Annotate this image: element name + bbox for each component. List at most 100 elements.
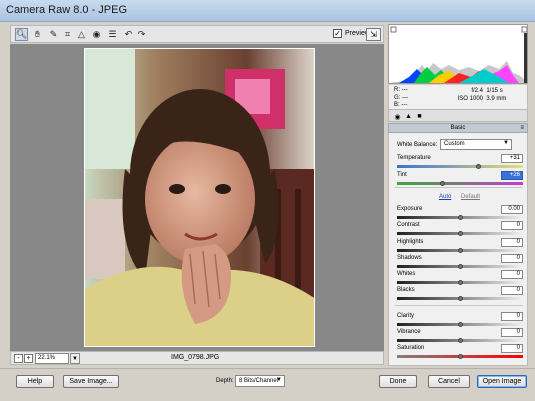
shutter-speed: 1/15 s [486,88,503,94]
blacks-label: Blacks [397,287,415,293]
vibrance-label: Vibrance [397,329,421,335]
g-value: G: --- [394,94,408,101]
camera-info: f/2.4 1/15 s ISO 1000 3.9 mm [445,87,507,103]
temperature-slider-thumb[interactable] [476,164,482,169]
straighten-tool-icon[interactable]: △ [75,28,88,41]
highlights-value-field[interactable]: 0 [501,238,523,247]
white-balance-select[interactable]: Custom ▼ [440,139,512,150]
red-eye-tool-icon[interactable]: ◉ [90,28,103,41]
r-value: R: --- [394,87,408,93]
exposure-value-field[interactable]: 0.00 [501,205,523,214]
panel-divider [395,305,523,306]
exposure-slider-thumb[interactable] [457,215,463,220]
clarity-label: Clarity [397,313,415,319]
vibrance-slider[interactable] [397,338,523,343]
clarity-value-field[interactable]: 0 [501,312,523,321]
preview-toggle[interactable]: ✓ Preview [333,29,370,38]
basic-panel-header: Basic ≡ [388,123,528,133]
depth-label: Depth: [216,378,234,384]
title-bar: Camera Raw 8.0 - JPEG [0,0,535,22]
save-image-button[interactable]: Save Image... [63,375,119,388]
saturation-slider-thumb[interactable] [457,354,463,359]
iso: ISO 1000 [457,96,483,102]
zoom-level-field[interactable]: 22.1% [35,353,69,364]
saturation-slider[interactable] [397,354,523,359]
blacks-value-field[interactable]: 0 [501,286,523,295]
contrast-value-field[interactable]: 0 [501,221,523,230]
toolbar: ✓ Preview ⇲ 🔍︎ ✋︎ ✎ ⌗ △ ◉ ☰ ↶ ↷ [10,25,384,43]
help-button[interactable]: Help [16,375,54,388]
shadows-value-field[interactable]: 0 [501,254,523,263]
vibrance-value-field[interactable]: 0 [501,328,523,337]
temperature-label: Temperature [397,155,431,161]
histogram [388,24,528,84]
exposure-label: Exposure [397,206,423,212]
basic-tab-icon[interactable]: ◉ [393,112,402,121]
bottom-bar: Help Save Image... Depth: 8 Bits/Channel… [0,368,535,401]
fullscreen-toggle-icon[interactable]: ⇲ [366,28,381,41]
histogram-graph [389,26,527,83]
rotate-left-icon[interactable]: ↶ [122,28,135,41]
tone-curve-tab-icon[interactable]: ▲ [404,112,413,121]
saturation-value-field[interactable]: 0 [501,344,523,353]
hand-tool-icon[interactable]: ✋︎ [31,28,44,41]
status-bar: - + 22.1% ▼ IMG_0798.JPG [10,351,384,365]
exposure-slider[interactable] [397,215,523,220]
blacks-slider[interactable] [397,296,523,301]
zoom-dropdown-icon[interactable]: ▼ [70,353,80,364]
vibrance-slider-thumb[interactable] [457,338,463,343]
tint-slider[interactable] [397,181,523,186]
panel-divider [395,187,523,188]
preview-checkbox[interactable]: ✓ [333,29,342,38]
chevron-down-icon: ▼ [276,377,282,383]
chevron-down-icon: ▼ [503,140,509,146]
preferences-icon[interactable]: ☰ [106,28,119,41]
clarity-slider[interactable] [397,322,523,327]
zoom-tool-icon[interactable]: 🔍︎ [15,28,28,41]
depth-value: 8 Bits/Channel [239,378,279,384]
zoom-in-button[interactable]: + [24,354,33,363]
photo-preview [84,48,315,347]
contrast-slider[interactable] [397,231,523,236]
done-button[interactable]: Done [379,375,417,388]
highlights-slider-thumb[interactable] [457,248,463,253]
shadows-label: Shadows [397,255,422,261]
crop-tool-icon[interactable]: ⌗ [61,28,74,41]
whites-value-field[interactable]: 0 [501,270,523,279]
focal-length: 3.9 mm [486,96,507,102]
default-link[interactable]: Default [461,194,480,200]
tint-label: Tint [397,172,407,178]
file-name: IMG_0798.JPG [171,354,220,361]
shadows-slider-thumb[interactable] [457,264,463,269]
auto-link[interactable]: Auto [439,194,451,200]
detail-tab-icon[interactable]: ■ [415,112,424,121]
white-balance-label: White Balance: [397,142,438,148]
image-canvas[interactable] [10,44,384,351]
contrast-label: Contrast [397,222,420,228]
open-image-button[interactable]: Open Image [477,375,527,388]
rgb-values: R: --- G: --- B: --- [394,87,408,110]
temperature-value-field[interactable]: +31 [501,154,523,163]
zoom-out-button[interactable]: - [14,354,23,363]
blacks-slider-thumb[interactable] [457,296,463,301]
whites-slider[interactable] [397,280,523,285]
aperture: f/2.4 [471,88,483,94]
cancel-button[interactable]: Cancel [428,375,470,388]
white-balance-value: Custom [444,141,465,147]
panel-tab-row: ◉ ▲ ■ [388,109,528,122]
tint-slider-thumb[interactable] [439,181,445,186]
white-balance-tool-icon[interactable]: ✎ [47,28,60,41]
panel-menu-icon[interactable]: ≡ [520,124,524,132]
whites-slider-thumb[interactable] [457,280,463,285]
temperature-slider[interactable] [397,164,523,169]
basic-panel: White Balance: Custom ▼ Auto Default Tem… [388,133,528,366]
rotate-right-icon[interactable]: ↷ [135,28,148,41]
clarity-slider-thumb[interactable] [457,322,463,327]
pixel-readout: R: --- G: --- B: --- f/2.4 1/15 s ISO 10… [388,85,528,109]
contrast-slider-thumb[interactable] [457,231,463,236]
highlights-slider[interactable] [397,248,523,253]
shadows-slider[interactable] [397,264,523,269]
depth-select[interactable]: 8 Bits/Channel ▼ [235,375,285,387]
photo-illustration [85,49,314,346]
tint-value-field[interactable]: +26 [501,171,523,180]
